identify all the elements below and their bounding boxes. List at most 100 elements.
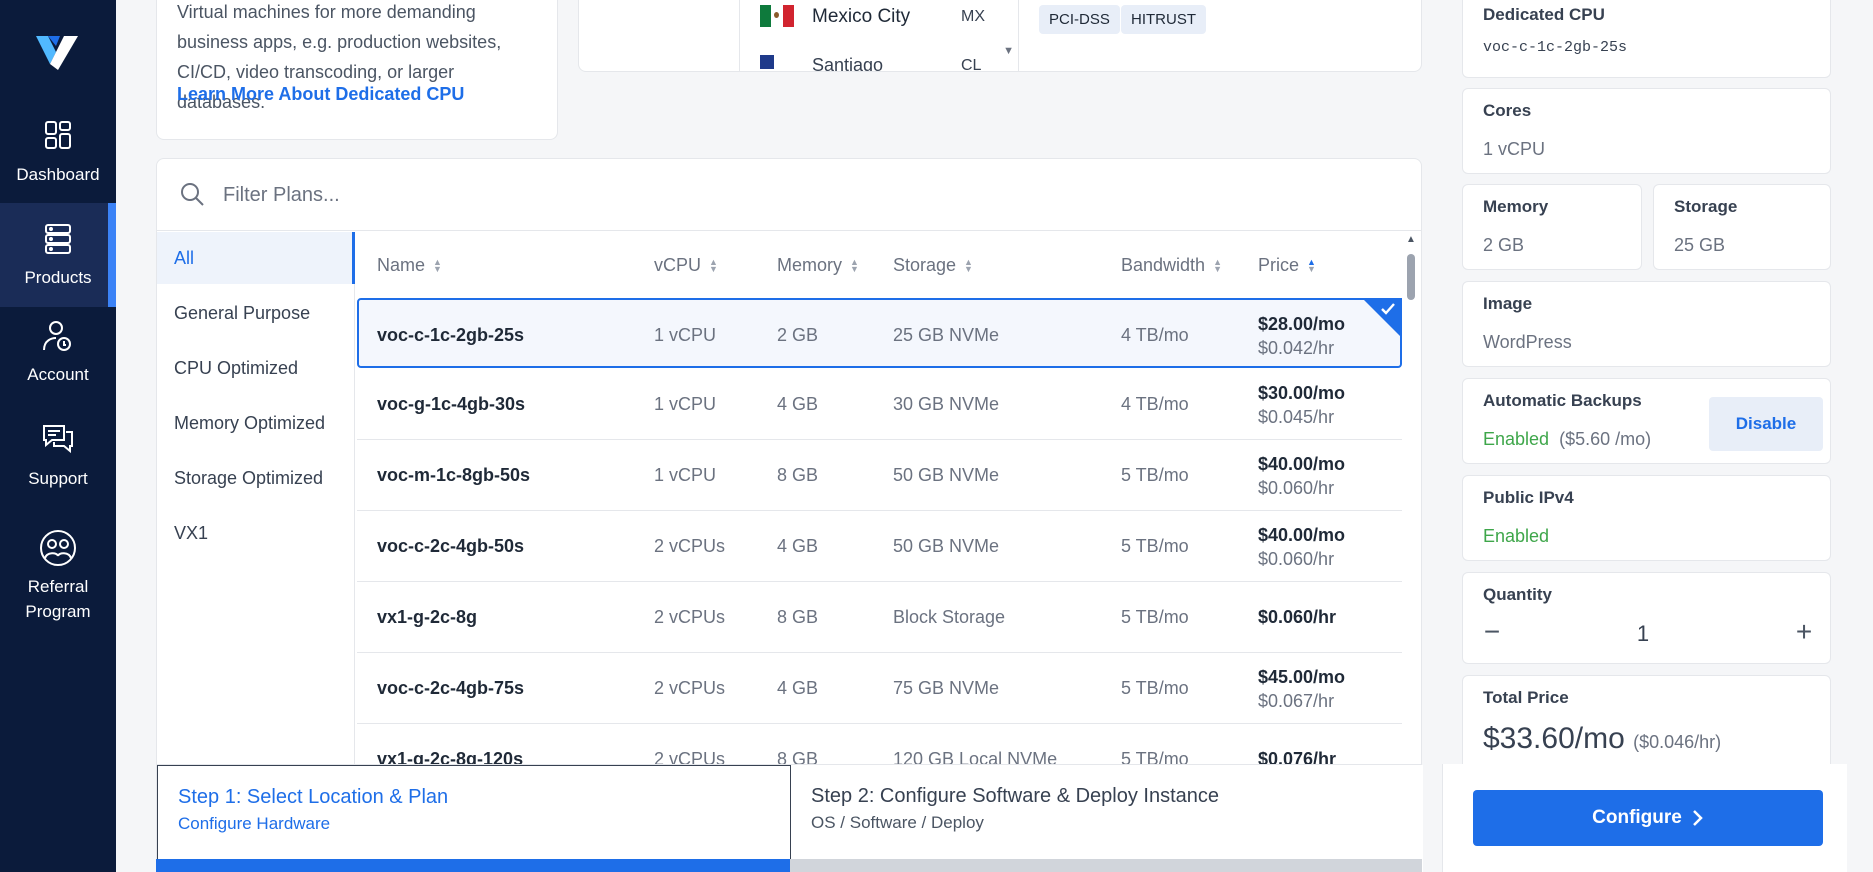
total-monthly: $33.60/mo <box>1483 722 1625 755</box>
location-list[interactable]: Mexico City MX Santiago CL ▼ <box>739 0 1019 72</box>
price-hourly: $0.045/hr <box>1258 407 1335 427</box>
summary-label: Public IPv4 <box>1483 488 1574 507</box>
quantity-plus-icon[interactable]: + <box>1789 617 1819 647</box>
price-monthly: $40.00/mo <box>1258 525 1346 545</box>
summary-value: WordPress <box>1483 332 1572 352</box>
main-content: Virtual machines for more demanding busi… <box>116 0 1457 872</box>
plan-price: $0.060/hr <box>1258 607 1337 627</box>
summary-label: Storage <box>1674 197 1738 216</box>
chile-flag-icon <box>760 55 774 69</box>
configure-button[interactable]: Configure <box>1473 790 1823 846</box>
column-header-price[interactable]: Price ▲ ▼ <box>1258 232 1316 298</box>
referral-icon <box>40 530 76 566</box>
category-storage-optimized[interactable]: Storage Optimized <box>157 452 355 504</box>
price-monthly: $40.00/mo <box>1258 454 1346 474</box>
plan-name: voc-c-2c-4gb-50s <box>377 536 525 556</box>
plan-vcpu: 2 vCPUs <box>654 536 726 556</box>
caret-down-icon[interactable]: ▼ <box>1003 45 1014 57</box>
step-2-progress-bar <box>790 859 1422 872</box>
sort-icon: ▲ ▼ <box>850 257 859 275</box>
sidebar-item-dashboard[interactable]: Dashboard <box>0 116 116 196</box>
column-header-storage[interactable]: Storage ▲ ▼ <box>893 232 973 298</box>
summary-cores: Cores 1 vCPU <box>1462 88 1831 174</box>
configure-panel: Configure <box>1442 764 1847 872</box>
plan-bandwidth: 5 TB/mo <box>1121 678 1189 698</box>
sidebar-item-label: Account <box>27 365 89 384</box>
price-hourly: $0.067/hr <box>1258 691 1335 711</box>
wizard-steps: Step 1: Select Location & Plan Configure… <box>156 764 1423 872</box>
account-icon <box>43 321 71 351</box>
sidebar-item-label: Support <box>28 469 88 488</box>
table-row-selected[interactable]: voc-c-1c-2gb-25s 1 vCPU 2 GB 25 GB NVMe … <box>357 298 1402 368</box>
checkmark-icon <box>1381 303 1395 315</box>
scrollbar-thumb[interactable] <box>1407 254 1415 300</box>
category-general-purpose[interactable]: General Purpose <box>157 287 355 339</box>
summary-plan: Dedicated CPU voc-c-1c-2gb-25s <box>1462 0 1831 78</box>
plan-vcpu: 1 vCPU <box>654 325 717 345</box>
column-header-vcpu[interactable]: vCPU ▲ ▼ <box>654 232 718 298</box>
summary-backups: Automatic Backups Enabled ($5.60 /mo) Di… <box>1462 378 1831 464</box>
plan-memory: 4 GB <box>777 394 819 414</box>
category-memory-optimized[interactable]: Memory Optimized <box>157 397 355 449</box>
summary-ipv4: Public IPv4 Enabled <box>1462 475 1831 561</box>
plan-bandwidth: 4 TB/mo <box>1121 325 1189 345</box>
step-subtitle: Configure Hardware <box>178 814 331 833</box>
quantity-value[interactable]: 1 <box>1623 621 1663 647</box>
logo-icon[interactable] <box>34 32 80 72</box>
plan-storage: 50 GB NVMe <box>893 465 1000 485</box>
cert-badge: PCI-DSS <box>1039 5 1120 34</box>
scroll-up-icon[interactable]: ▲ <box>1406 234 1416 245</box>
summary-value: 2 GB <box>1483 235 1525 255</box>
category-all[interactable]: All <box>157 232 355 284</box>
plan-memory: 2 GB <box>777 325 819 345</box>
header-label: Price <box>1258 255 1300 275</box>
filter-plans-input[interactable] <box>223 177 1123 213</box>
column-header-memory[interactable]: Memory ▲ ▼ <box>777 232 859 298</box>
table-row[interactable]: vx1-g-2c-8g 2 vCPUs 8 GB Block Storage 5… <box>357 582 1402 653</box>
sidebar-item-support[interactable]: Support <box>0 420 116 500</box>
disable-backups-button[interactable]: Disable <box>1709 397 1823 451</box>
column-header-bandwidth[interactable]: Bandwidth ▲ ▼ <box>1121 232 1222 298</box>
plan-info-card: Virtual machines for more demanding busi… <box>156 0 558 140</box>
sidebar-item-label: Products <box>24 268 92 287</box>
plan-name: voc-c-1c-2gb-25s <box>377 325 525 345</box>
quantity-minus-icon[interactable]: − <box>1477 617 1507 647</box>
column-header-name[interactable]: Name ▲ ▼ <box>377 232 442 298</box>
step-1[interactable]: Step 1: Select Location & Plan Configure… <box>157 765 791 872</box>
table-scrollbar[interactable]: ▲ <box>1405 232 1417 792</box>
summary-total: Total Price $33.60/mo ($0.046/hr) <box>1462 675 1831 775</box>
table-row[interactable]: voc-m-1c-8gb-50s 1 vCPU 8 GB 50 GB NVMe … <box>357 440 1402 511</box>
location-code: MX <box>961 8 985 25</box>
support-icon <box>43 425 73 454</box>
plan-storage: 30 GB NVMe <box>893 394 1000 414</box>
configure-label: Configure <box>1592 807 1682 828</box>
category-vx1[interactable]: VX1 <box>157 507 355 559</box>
plan-storage: 25 GB NVMe <box>893 325 1000 345</box>
table-row[interactable]: voc-g-1c-4gb-30s 1 vCPU 4 GB 30 GB NVMe … <box>357 369 1402 440</box>
table-row[interactable]: voc-c-2c-4gb-75s 2 vCPUs 4 GB 75 GB NVMe… <box>357 653 1402 724</box>
backups-price: ($5.60 /mo) <box>1559 429 1652 449</box>
header-label: Bandwidth <box>1121 255 1206 275</box>
price-monthly: $45.00/mo <box>1258 667 1346 687</box>
step-1-progress-bar <box>156 859 790 872</box>
backups-status: Enabled <box>1483 429 1550 449</box>
summary-quantity: Quantity − 1 + <box>1462 572 1831 664</box>
sidebar-item-products[interactable]: Products <box>0 203 116 307</box>
price-hourly: $0.060/hr <box>1258 549 1335 569</box>
learn-more-link[interactable]: Learn More About Dedicated CPU <box>177 84 464 105</box>
sidebar-item-referral[interactable]: Referral Program <box>0 528 116 628</box>
table-row[interactable]: voc-c-2c-4gb-50s 2 vCPUs 4 GB 50 GB NVMe… <box>357 511 1402 582</box>
sidebar-item-label: Referral Program <box>25 577 91 621</box>
location-code: CL <box>961 57 982 72</box>
summary-image: Image WordPress <box>1462 281 1831 367</box>
location-name: Mexico City <box>812 6 911 27</box>
chevron-right-icon <box>1692 810 1703 826</box>
summary-label: Cores <box>1483 101 1532 120</box>
sidebar-item-account[interactable]: Account <box>0 316 116 396</box>
plan-bandwidth: 5 TB/mo <box>1121 465 1189 485</box>
order-summary: Dedicated CPU voc-c-1c-2gb-25s Cores 1 v… <box>1442 0 1873 872</box>
plan-bandwidth: 5 TB/mo <box>1121 536 1189 556</box>
sort-icon: ▲ ▼ <box>964 257 973 275</box>
step-2[interactable]: Step 2: Configure Software & Deploy Inst… <box>791 765 1423 872</box>
category-cpu-optimized[interactable]: CPU Optimized <box>157 342 355 394</box>
